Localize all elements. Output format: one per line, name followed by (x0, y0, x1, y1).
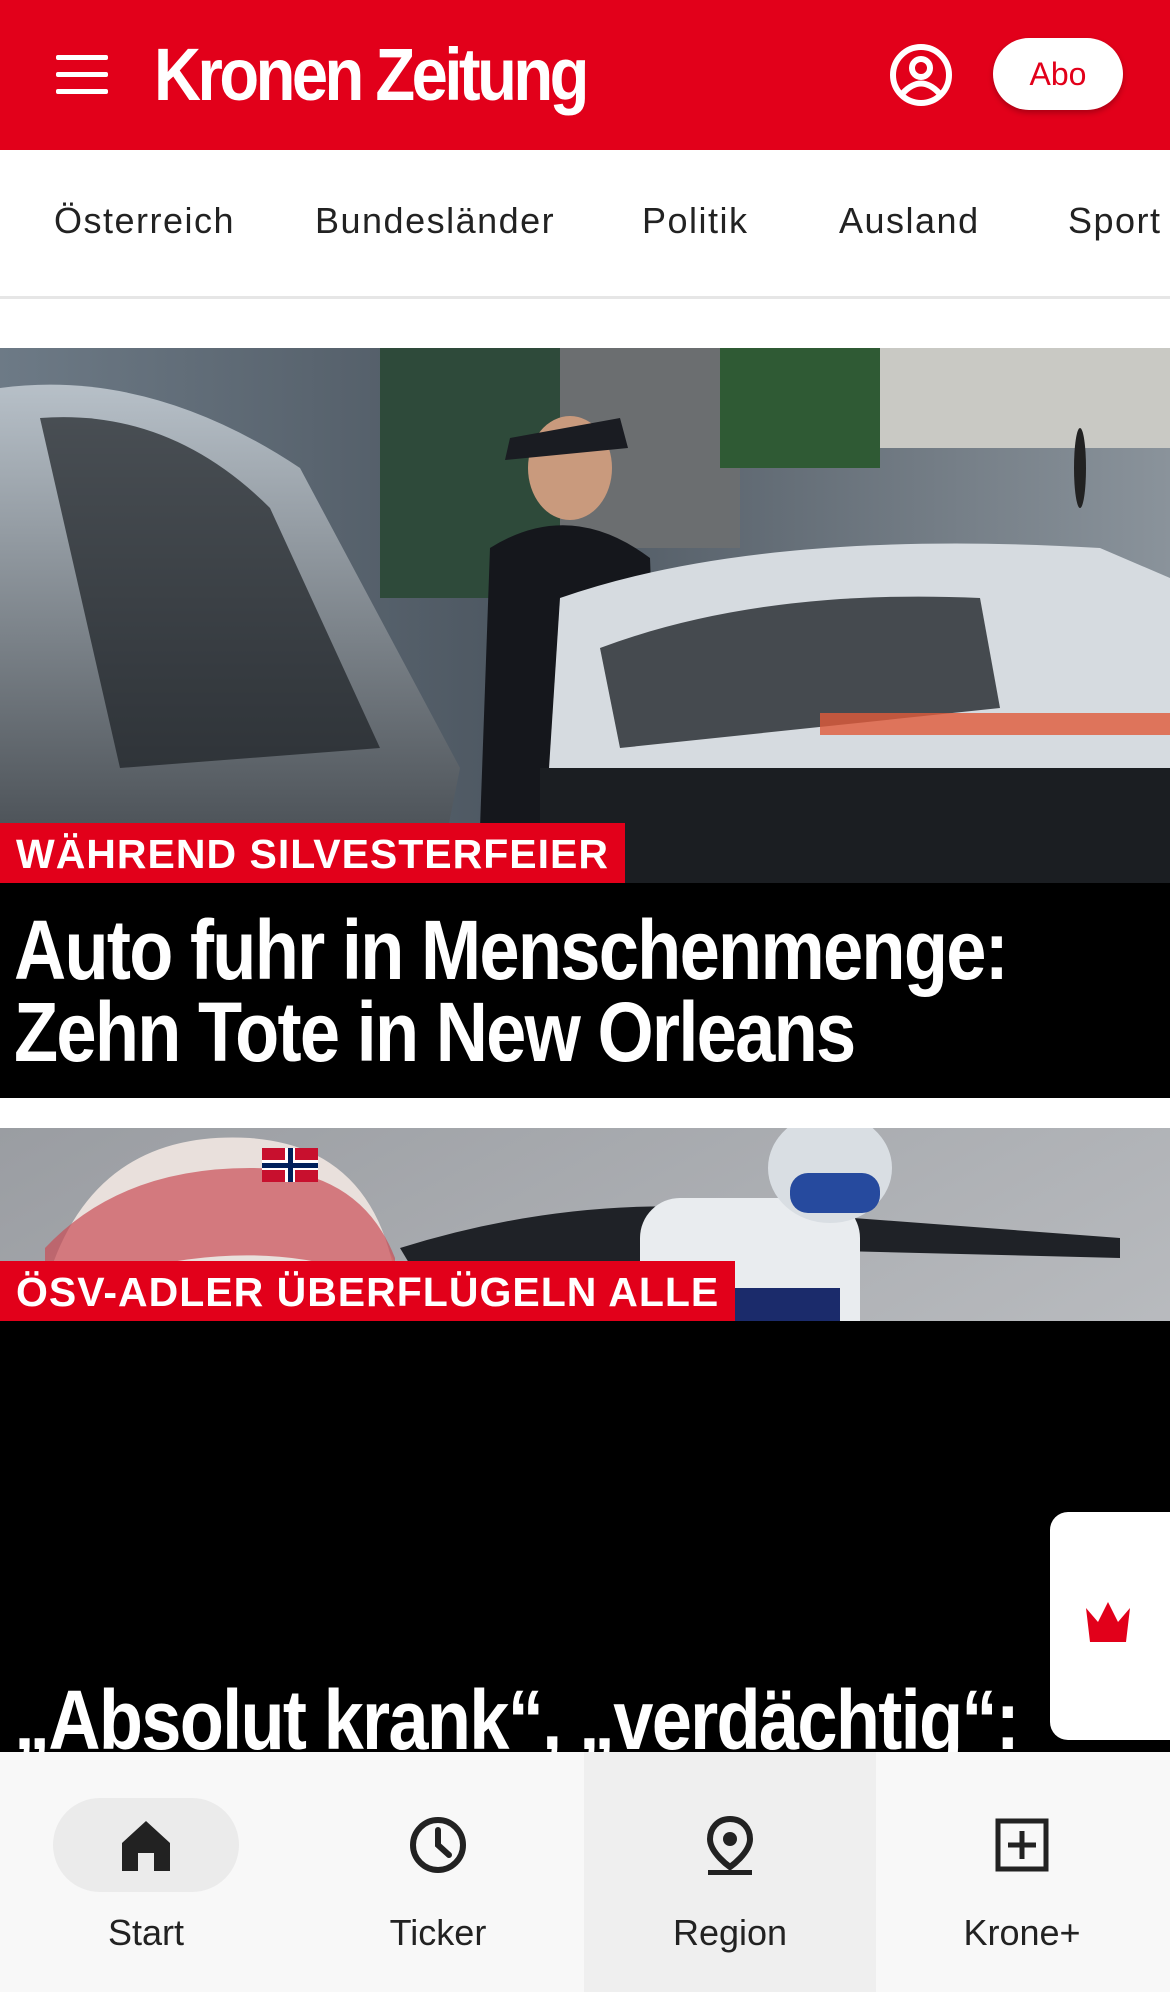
nav-label: Region (672, 1912, 788, 1953)
nav-region[interactable]: Region (584, 1752, 876, 1992)
clock-icon (410, 1817, 466, 1873)
category-ausland[interactable]: Ausland (839, 200, 980, 242)
top-app-bar: Kronen Zeitung Abo (0, 0, 1170, 150)
category-politik[interactable]: Politik (642, 200, 749, 242)
article-card-ski-jumping[interactable]: ÖSV-ADLER ÜBERFLÜGELN ALLE „Absolut kran… (0, 1128, 1170, 1752)
account-icon[interactable] (888, 42, 954, 108)
category-bundeslaender[interactable]: Bundesländer (315, 200, 555, 242)
category-oesterreich[interactable]: Österreich (54, 200, 235, 242)
article-kicker: WÄHREND SILVESTERFEIER (0, 823, 625, 883)
category-nav: Österreich Bundesländer Politik Ausland … (0, 150, 1170, 299)
home-icon (122, 1821, 170, 1871)
article-headline-line1: Auto fuhr in Menschenmenge: (14, 903, 1009, 997)
nav-label: Start (107, 1912, 185, 1953)
article-headline-line1: „Absolut krank“, „verdächtig“: (14, 1673, 1020, 1752)
bottom-navigation: Start Ticker Region Krone+ (0, 1752, 1170, 1992)
hamburger-icon[interactable] (52, 52, 112, 98)
nav-ticker[interactable]: Ticker (292, 1752, 584, 1992)
article-card-new-orleans[interactable]: WÄHREND SILVESTERFEIER Auto fuhr in Mens… (0, 348, 1170, 1098)
nav-label: Ticker (389, 1912, 487, 1953)
location-pin-icon (706, 1815, 754, 1875)
krone-plus-tab[interactable] (1050, 1512, 1170, 1740)
article-kicker: ÖSV-ADLER ÜBERFLÜGELN ALLE (0, 1261, 736, 1321)
article-headline-line2: Zehn Tote in New Orleans (14, 985, 856, 1079)
abo-button[interactable]: Abo (993, 38, 1123, 110)
category-sport[interactable]: Sport (1068, 200, 1162, 242)
plus-box-icon (995, 1818, 1049, 1872)
nav-start[interactable]: Start (0, 1752, 292, 1992)
nav-label: Krone+ (963, 1912, 1081, 1953)
crown-icon (1086, 1602, 1130, 1642)
nav-krone-plus[interactable]: Krone+ (876, 1752, 1168, 1992)
brand-logo[interactable]: Kronen Zeitung (154, 30, 589, 120)
